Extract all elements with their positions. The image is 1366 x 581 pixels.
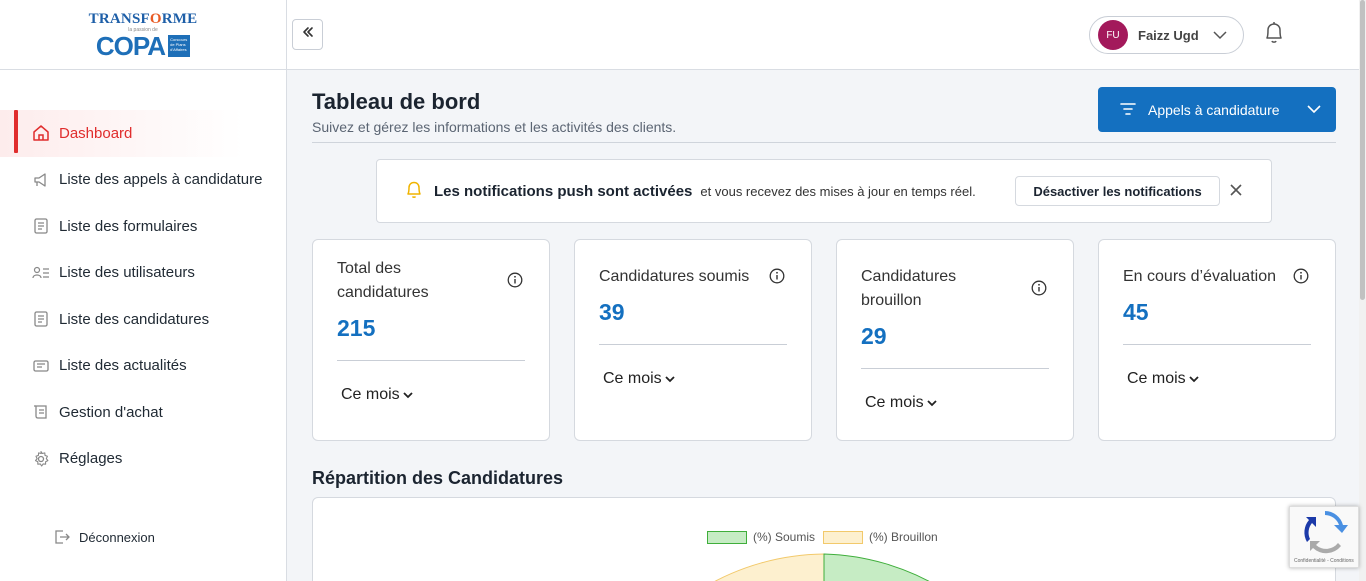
sidebar-nav: Dashboard Liste des appels à candidature… — [0, 110, 286, 482]
recaptcha-badge[interactable]: Confidentialité - Conditions — [1289, 506, 1359, 568]
scrollbar-thumb[interactable] — [1360, 0, 1365, 300]
section-title: Répartition des Candidatures — [312, 468, 564, 488]
page-scrollbar[interactable] — [1359, 0, 1366, 581]
stat-value: 29 — [861, 323, 887, 349]
stat-card-brouillon: Candidatures brouillon 29 Ce mois — [836, 239, 1074, 441]
stat-value: 45 — [1123, 299, 1149, 325]
sidebar-item-label: Liste des appels à candidature — [59, 171, 263, 189]
chevron-down-icon — [665, 375, 675, 383]
distribution-chart: (%) Soumis (%) Brouillon — [312, 497, 1336, 581]
topbar: FU Faizz Ugd — [287, 0, 1359, 70]
chevron-down-icon — [1189, 375, 1199, 383]
document-icon — [32, 310, 50, 328]
filter-icon — [1120, 102, 1136, 118]
chevron-down-icon — [1213, 30, 1227, 40]
logo[interactable]: TRANSFORME la passion de COPA Concours d… — [0, 0, 286, 70]
stat-label: Candidatures soumis — [599, 268, 750, 285]
logout-label: Déconnexion — [79, 529, 155, 545]
home-icon — [32, 124, 50, 142]
sidebar-item-utilisateurs[interactable]: Liste des utilisateurs — [0, 250, 286, 297]
info-icon[interactable] — [1293, 268, 1309, 289]
period-select[interactable]: Ce mois — [603, 370, 675, 388]
info-icon[interactable] — [507, 272, 523, 293]
period-select[interactable]: Ce mois — [1127, 370, 1199, 388]
page-subtitle: Suivez et gérez les informations et les … — [312, 119, 677, 135]
collapse-sidebar-button[interactable] — [292, 19, 323, 50]
notice-text: et vous recevez des mises à jour en temp… — [700, 183, 976, 199]
logo-box: Concours de Plans d'Affaires — [168, 35, 191, 57]
sidebar-item-actualites[interactable]: Liste des actualités — [0, 343, 286, 390]
sidebar-item-label: Liste des actualités — [59, 357, 187, 375]
push-notification-banner: Les notifications push sont activées et … — [376, 159, 1272, 223]
period-label: Ce mois — [341, 386, 400, 403]
stat-label: Total des candidatures — [337, 260, 429, 301]
news-icon — [32, 357, 50, 375]
divider — [861, 368, 1049, 369]
stat-card-evaluation: En cours d’évaluation 45 Ce mois — [1098, 239, 1336, 441]
period-select[interactable]: Ce mois — [865, 394, 937, 412]
stat-card-soumis: Candidatures soumis 39 Ce mois — [574, 239, 812, 441]
sidebar-item-label: Réglages — [59, 450, 123, 468]
stat-card-total: Total des candidatures 215 Ce mois — [312, 239, 550, 441]
stat-value: 39 — [599, 299, 625, 325]
logout-icon — [53, 528, 71, 546]
period-label: Ce mois — [603, 370, 662, 387]
sidebar: TRANSFORME la passion de COPA Concours d… — [0, 0, 287, 581]
stat-label: Candidatures brouillon — [861, 268, 957, 309]
page-title: Tableau de bord — [312, 89, 481, 114]
appels-filter-button[interactable]: Appels à candidature — [1098, 87, 1336, 132]
stat-value: 215 — [337, 315, 376, 341]
logo-top-text: TRANSFORME — [88, 11, 198, 27]
user-name: Faizz Ugd — [1138, 27, 1199, 43]
users-list-icon — [32, 264, 50, 282]
sidebar-item-label: Liste des candidatures — [59, 310, 210, 328]
sidebar-item-achat[interactable]: Gestion d'achat — [0, 389, 286, 436]
appels-filter-label: Appels à candidature — [1148, 101, 1280, 118]
divider — [312, 142, 1336, 143]
info-icon[interactable] — [1031, 280, 1047, 301]
period-label: Ce mois — [865, 394, 924, 411]
bell-icon — [404, 179, 424, 204]
pie-slice-soumis[interactable] — [823, 553, 941, 581]
megaphone-icon — [32, 171, 50, 189]
sidebar-item-dashboard[interactable]: Dashboard — [0, 110, 286, 157]
logo-bottom: COPA Concours de Plans d'Affaires — [95, 31, 191, 61]
disable-notifications-button[interactable]: Désactiver les notifications — [1015, 176, 1220, 206]
period-select[interactable]: Ce mois — [341, 386, 413, 404]
avatar: FU — [1098, 20, 1128, 50]
logo-copa-text: COPA — [95, 31, 166, 61]
sidebar-item-formulaires[interactable]: Liste des formulaires — [0, 203, 286, 250]
chevron-down-icon — [403, 391, 413, 399]
sidebar-item-reglages[interactable]: Réglages — [0, 436, 286, 483]
chevron-down-icon — [927, 399, 937, 407]
divider — [337, 360, 525, 361]
form-icon — [32, 217, 50, 235]
scroll-icon — [32, 403, 50, 421]
user-menu[interactable]: FU Faizz Ugd — [1089, 16, 1244, 54]
main-content: Tableau de bord Suivez et gérez les info… — [287, 70, 1359, 581]
notifications-bell-icon[interactable] — [1262, 20, 1286, 51]
close-icon[interactable] — [1228, 182, 1244, 203]
sidebar-item-label: Liste des utilisateurs — [59, 264, 195, 282]
logout-button[interactable]: Déconnexion — [53, 528, 155, 546]
chevron-down-icon — [1306, 101, 1322, 120]
sidebar-item-candidatures[interactable]: Liste des candidatures — [0, 296, 286, 343]
notice-title: Les notifications push sont activées — [434, 182, 693, 200]
divider — [1123, 344, 1311, 345]
double-chevron-left-icon — [301, 25, 315, 44]
info-icon[interactable] — [769, 268, 785, 289]
sidebar-item-label: Liste des formulaires — [59, 217, 198, 235]
pie-chart — [703, 553, 941, 581]
divider — [599, 344, 787, 345]
recaptcha-text: Confidentialité - Conditions — [1294, 558, 1354, 564]
sidebar-item-label: Gestion d'achat — [59, 403, 163, 421]
pie-slice-brouillon[interactable] — [703, 553, 825, 581]
sidebar-item-appels[interactable]: Liste des appels à candidature — [0, 157, 286, 204]
period-label: Ce mois — [1127, 370, 1186, 387]
sidebar-item-label: Dashboard — [59, 124, 133, 142]
stat-label: En cours d’évaluation — [1123, 268, 1276, 285]
gear-icon — [32, 450, 50, 468]
